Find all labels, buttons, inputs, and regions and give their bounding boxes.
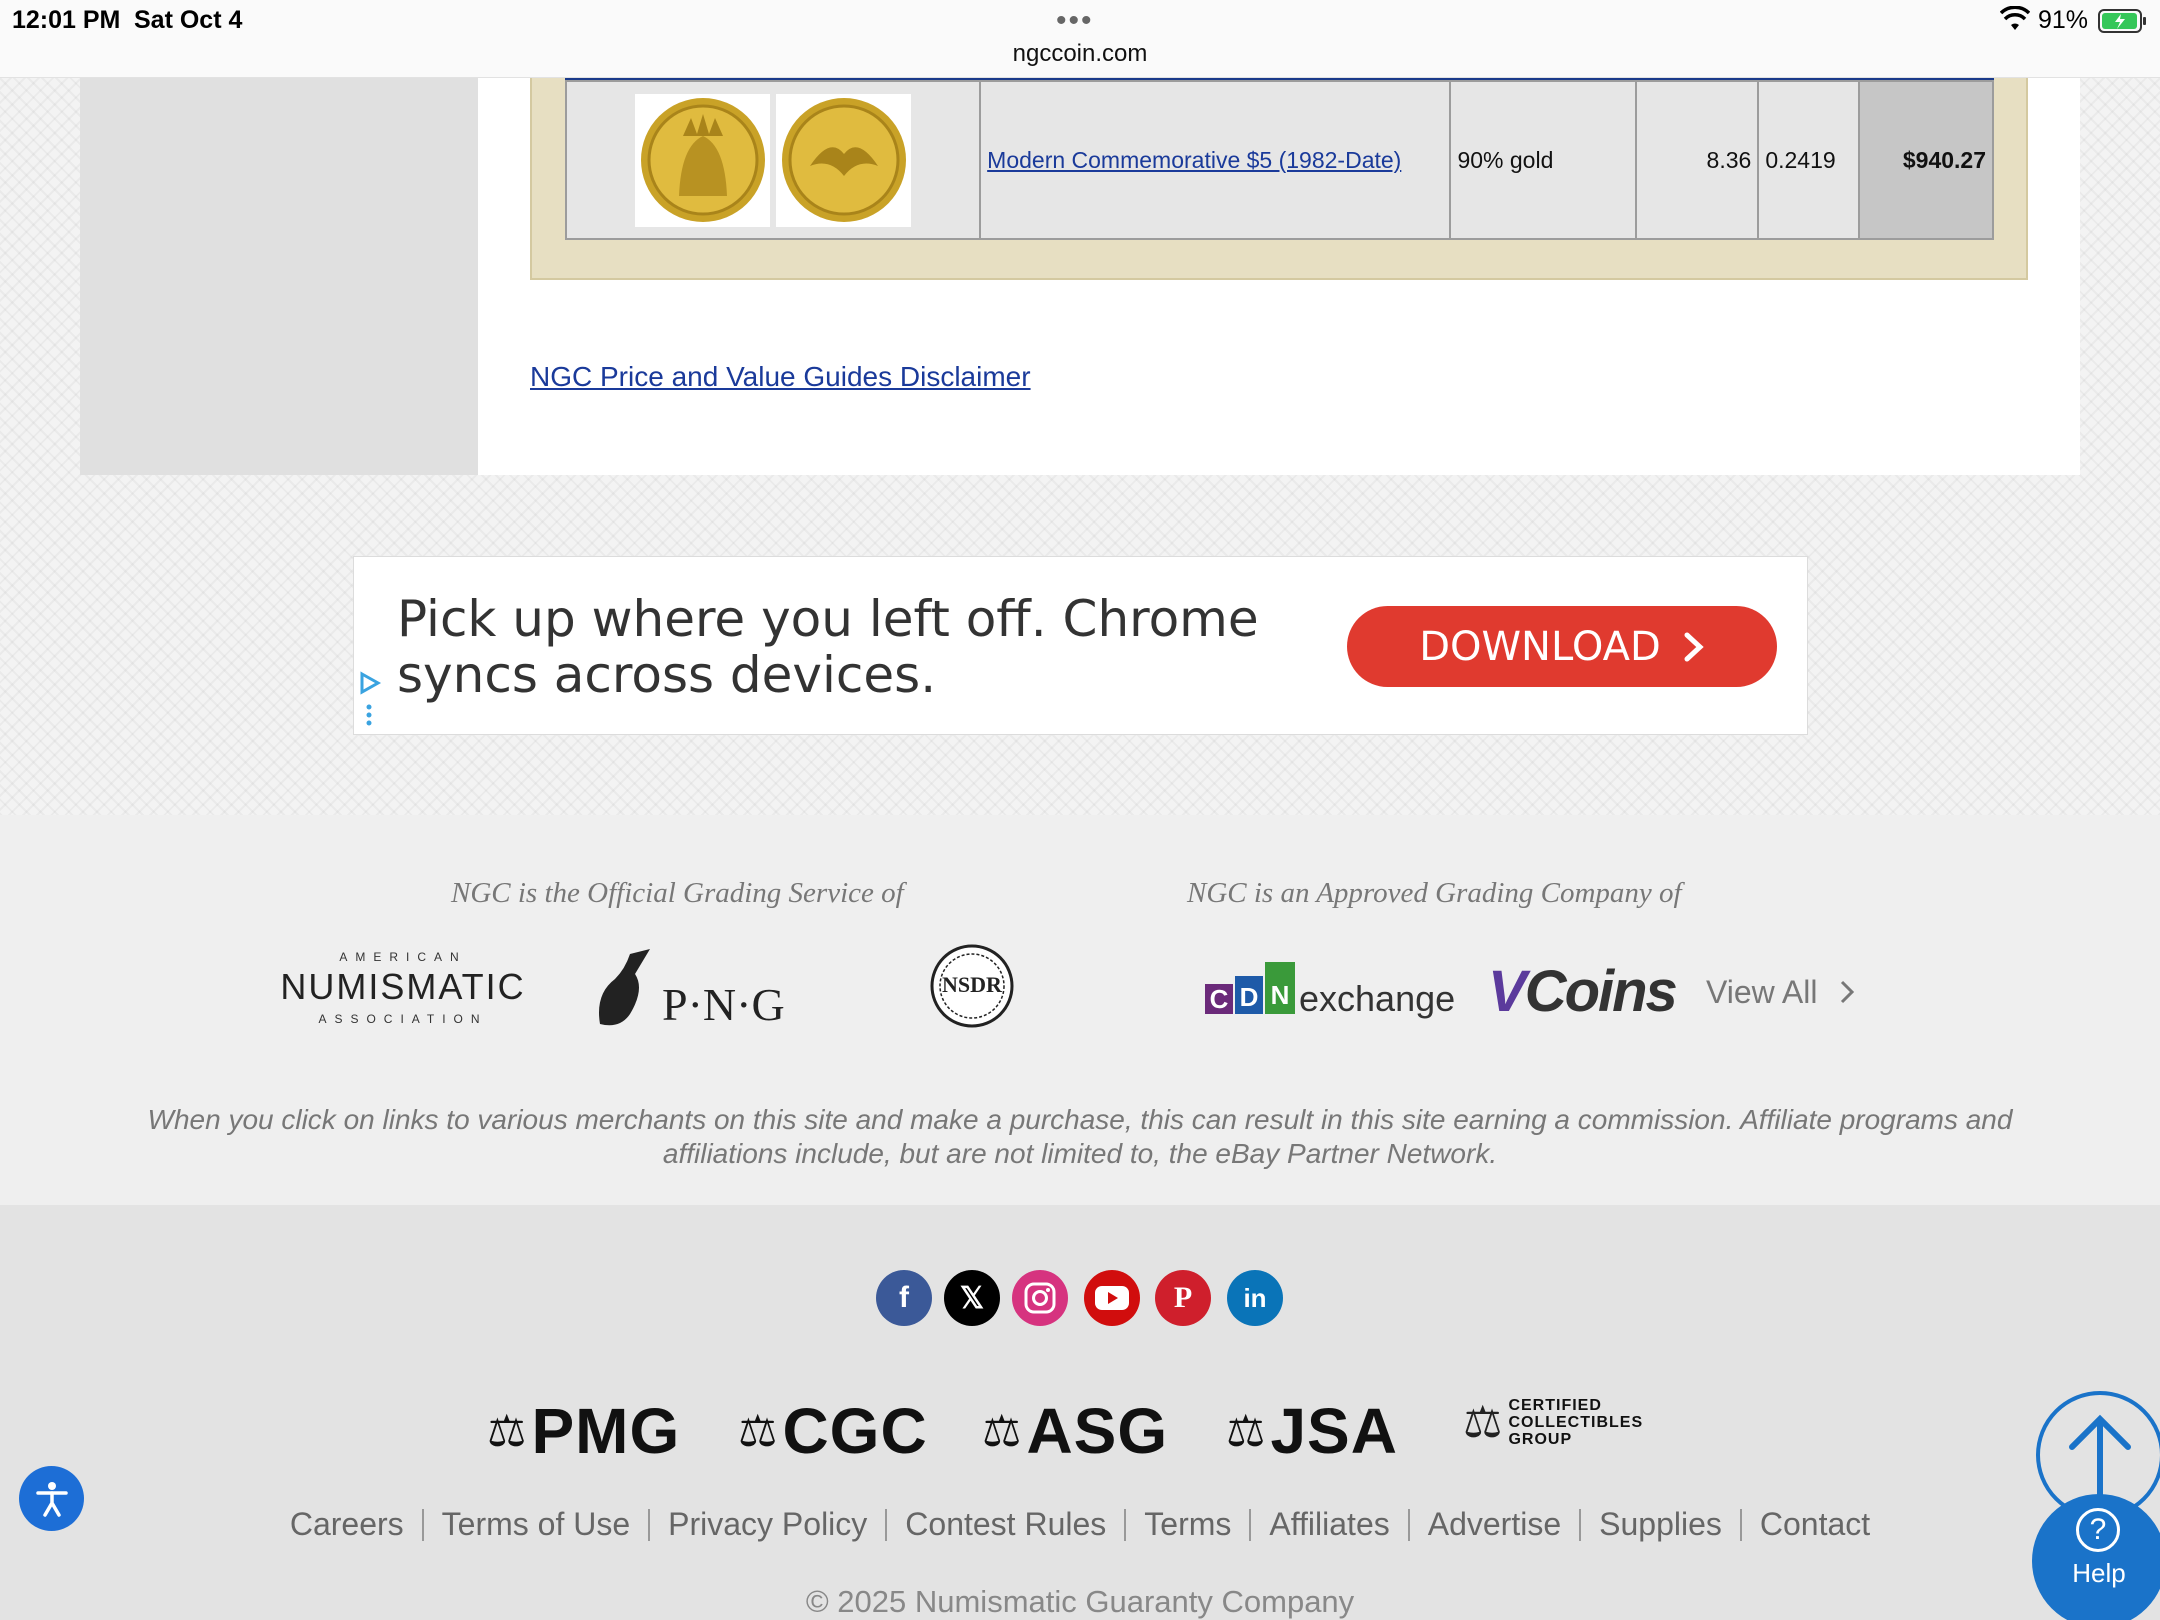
coin-images-cell [564, 80, 982, 240]
footer-link-terms-of-use[interactable]: Terms of Use [442, 1506, 630, 1543]
pinterest-icon[interactable]: P [1155, 1270, 1211, 1326]
advertisement-banner[interactable]: Pick up where you left off. Chrome syncs… [353, 556, 1808, 735]
cdn-logo-text: exchange [1299, 978, 1456, 1019]
coin-asw: 0.2419 [1757, 80, 1860, 240]
divider [1579, 1508, 1582, 1541]
scales-icon: ⚖ [487, 1406, 528, 1456]
coin-price-table: Modern Commemorative $5 (1982-Date) 90% … [564, 80, 1995, 240]
ccg-line-2: COLLECTIBLES [1508, 1414, 1644, 1431]
footer-link-advertise[interactable]: Advertise [1428, 1506, 1561, 1543]
divider [885, 1508, 888, 1541]
view-all-link[interactable]: View All [1706, 974, 1856, 1011]
ad-download-label: DOWNLOAD [1419, 623, 1661, 670]
divider [1739, 1508, 1742, 1541]
left-sidebar [80, 78, 478, 475]
browser-status-bar: 12:01 PM Sat Oct 4 ••• ngccoin.com 91% [0, 0, 2160, 78]
coin-name-link[interactable]: Modern Commemorative $5 (1982-Date) [987, 147, 1401, 173]
linkedin-icon[interactable]: in [1227, 1270, 1283, 1326]
png-figure-icon [599, 949, 650, 1026]
scales-icon: ⚖ [738, 1406, 779, 1456]
help-label: Help [2072, 1558, 2126, 1588]
coin-value: $940.27 [1857, 80, 1995, 240]
chevron-right-icon [1841, 980, 1855, 1004]
accessibility-icon [35, 1481, 68, 1517]
affiliate-disclosure: When you click on links to various merch… [147, 1104, 2013, 1169]
chevron-right-icon [1684, 632, 1704, 661]
x-twitter-icon[interactable]: 𝕏 [944, 1270, 1000, 1326]
asg-brand-logo[interactable]: ⚖ ASG [982, 1394, 1168, 1468]
address-bar-url[interactable]: ngccoin.com [0, 40, 2160, 68]
footer-links: Careers Terms of Use Privacy Policy Cont… [0, 1506, 2160, 1543]
divider [1124, 1508, 1127, 1541]
help-button[interactable]: ? Help [2032, 1494, 2160, 1620]
footer-link-terms[interactable]: Terms [1144, 1506, 1231, 1543]
vcoins-logo-text: Coins [1524, 959, 1678, 1024]
divider [1407, 1508, 1410, 1541]
png-logo-text: P·N·G [662, 979, 785, 1030]
nsdr-logo[interactable]: NSDR [930, 944, 1014, 1028]
footer-link-contact[interactable]: Contact [1760, 1506, 1870, 1543]
ccg-line-1: CERTIFIED [1508, 1397, 1602, 1414]
coin-weight: 8.36 [1634, 80, 1760, 240]
footer-link-careers[interactable]: Careers [290, 1506, 404, 1543]
divider [1249, 1508, 1252, 1541]
battery-icon [2098, 9, 2146, 33]
cdn-block-c: C [1205, 984, 1233, 1014]
table-row: Modern Commemorative $5 (1982-Date) 90% … [564, 80, 1995, 240]
footer-link-affiliates[interactable]: Affiliates [1269, 1506, 1389, 1543]
facebook-icon[interactable]: f [876, 1270, 932, 1326]
status-time: 12:01 PM [12, 6, 121, 34]
coin-reverse-image[interactable] [776, 93, 912, 227]
cdn-exchange-logo[interactable]: C D N exchange [1205, 960, 1460, 1020]
ccg-line-3: GROUP [1508, 1431, 1573, 1448]
vcoins-v-mark: V [1488, 959, 1527, 1024]
footer-link-contest-rules[interactable]: Contest Rules [905, 1506, 1106, 1543]
jsa-brand-logo[interactable]: ⚖ JSA [1226, 1394, 1398, 1468]
ad-text: Pick up where you left off. Chrome syncs… [397, 590, 1259, 704]
wifi-icon [2000, 6, 2030, 30]
ad-download-button[interactable]: DOWNLOAD [1347, 606, 1777, 687]
official-service-title: NGC is the Official Grading Service of [451, 877, 904, 909]
nsdr-logo-text: NSDR [942, 972, 1002, 997]
youtube-glyph [1095, 1286, 1129, 1310]
battery-percent: 91% [2038, 6, 2089, 34]
coin-obverse-image[interactable] [635, 93, 771, 227]
status-date: Sat Oct 4 [134, 6, 243, 34]
question-mark-icon: ? [2076, 1508, 2120, 1552]
instagram-icon[interactable] [1012, 1270, 1068, 1326]
tab-menu-dots-icon[interactable]: ••• [1056, 4, 1094, 38]
youtube-icon[interactable] [1084, 1270, 1140, 1326]
cgc-brand-logo[interactable]: ⚖ CGC [738, 1394, 928, 1468]
cdn-block-n: N [1265, 962, 1295, 1014]
png-logo[interactable]: P·N·G [590, 944, 790, 1034]
instagram-glyph [1024, 1282, 1056, 1314]
scales-icon: ⚖ [1463, 1398, 1503, 1447]
divider [421, 1508, 424, 1541]
coin-name-cell: Modern Commemorative $5 (1982-Date) [979, 80, 1452, 240]
scales-icon: ⚖ [982, 1406, 1023, 1456]
pmg-brand-text: PMG [531, 1395, 681, 1467]
pmg-brand-logo[interactable]: ⚖ PMG [487, 1394, 680, 1468]
vcoins-logo[interactable]: VCoins [1488, 958, 1678, 1025]
ana-logo-top: AMERICAN [339, 950, 467, 964]
jsa-brand-text: JSA [1270, 1395, 1398, 1467]
ana-logo-bottom: ASSOCIATION [318, 1012, 488, 1026]
approved-company-title: NGC is an Approved Grading Company of [1187, 877, 1682, 909]
disclaimer-link[interactable]: NGC Price and Value Guides Disclaimer [530, 361, 1031, 393]
cdn-block-d: D [1235, 976, 1263, 1014]
asg-brand-text: ASG [1026, 1395, 1169, 1467]
scales-icon: ⚖ [1226, 1406, 1267, 1456]
divider [648, 1508, 651, 1541]
footer-link-privacy-policy[interactable]: Privacy Policy [668, 1506, 867, 1543]
adchoices-icon[interactable] [356, 671, 382, 729]
accessibility-button[interactable] [19, 1466, 84, 1531]
ana-logo-main: NUMISMATIC [280, 966, 526, 1007]
coin-composition: 90% gold [1449, 80, 1637, 240]
footer-link-supplies[interactable]: Supplies [1599, 1506, 1722, 1543]
cgc-brand-text: CGC [782, 1395, 928, 1467]
ccg-brand-logo[interactable]: ⚖ CERTIFIED COLLECTIBLES GROUP [1463, 1397, 1643, 1448]
view-all-label: View All [1706, 974, 1818, 1010]
copyright-text: © 2025 Numismatic Guaranty Company [805, 1584, 1355, 1619]
